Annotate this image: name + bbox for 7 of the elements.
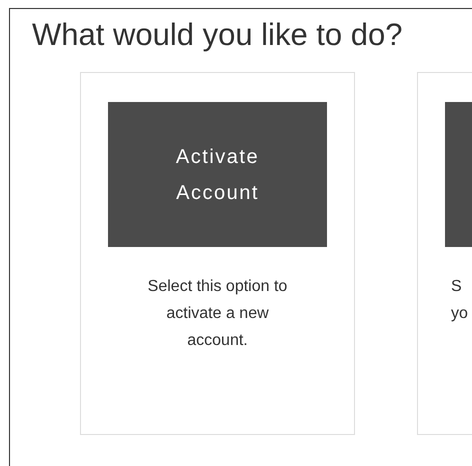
option-tile[interactable]: Activate Account bbox=[108, 102, 327, 247]
page-heading: What would you like to do? bbox=[32, 17, 404, 53]
option-description: S yo bbox=[450, 277, 469, 324]
option-card[interactable]: S yo bbox=[417, 72, 472, 435]
option-description: Select this option to activate a new account. bbox=[146, 277, 288, 351]
option-card[interactable]: Activate Account Select this option to activate a new account. bbox=[80, 72, 355, 435]
option-title: Activate Account bbox=[176, 144, 260, 206]
